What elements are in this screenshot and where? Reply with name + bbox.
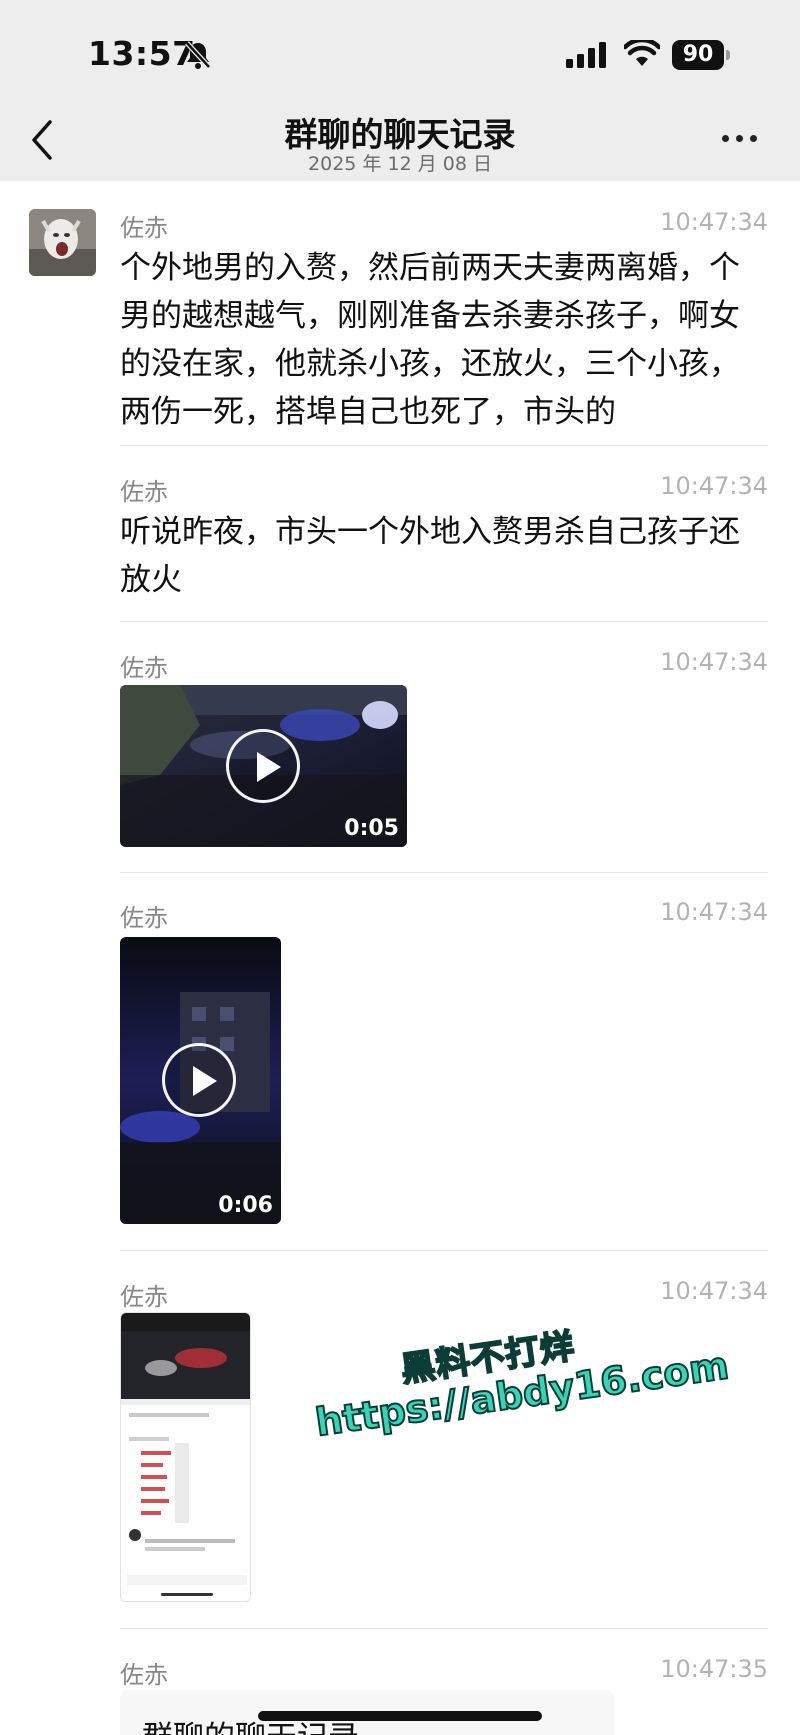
message-time: 10:47:35 — [660, 1655, 768, 1683]
message-time: 10:47:34 — [660, 208, 768, 236]
message-time: 10:47:34 — [660, 1277, 768, 1305]
video-thumbnail[interactable]: 0:06 — [120, 937, 281, 1224]
ellipsis-icon-dot — [722, 134, 729, 142]
avatar-image — [29, 209, 96, 276]
message-sender: 佐赤 — [120, 478, 168, 506]
message-time: 10:47:34 — [660, 472, 768, 500]
watermark-title: 黑料不打烊 — [398, 1325, 579, 1391]
battery-icon: 90 — [672, 40, 730, 70]
message-divider — [120, 445, 768, 446]
message-sender: 佐赤 — [120, 1283, 168, 1311]
ellipsis-icon-dot — [750, 134, 757, 142]
video-thumbnail[interactable]: 0:05 — [120, 685, 407, 847]
watermark-url: https://abdy16.com — [312, 1342, 733, 1446]
video-duration: 0:05 — [344, 816, 399, 841]
message-sender: 佐赤 — [120, 654, 168, 682]
ellipsis-icon-dot — [736, 134, 743, 142]
chat-record-screen: 13:57 90 群聊的聊天记录 2025 年 12 月 08 日 佐赤 10:… — [0, 0, 800, 1735]
video-duration: 0:06 — [218, 1193, 273, 1218]
message-sender: 佐赤 — [120, 1661, 168, 1689]
battery-level: 90 — [672, 40, 724, 70]
play-icon[interactable] — [162, 1043, 236, 1117]
message-time: 10:47:34 — [660, 648, 768, 676]
header-area: 13:57 90 群聊的聊天记录 2025 年 12 月 08 日 — [0, 0, 800, 181]
watermark: 黑料不打烊 https://abdy16.com — [305, 1294, 733, 1473]
bell-slash-icon — [185, 41, 211, 69]
wifi-icon — [624, 40, 660, 66]
home-indicator[interactable] — [258, 1711, 542, 1721]
message-divider — [120, 1250, 768, 1251]
message-divider — [120, 1628, 768, 1629]
signal-icon — [566, 42, 606, 68]
message-sender: 佐赤 — [120, 214, 168, 242]
message-sender: 佐赤 — [120, 904, 168, 932]
screenshot-image — [121, 1313, 250, 1601]
status-time: 13:57 — [88, 34, 196, 73]
battery-cap — [726, 50, 730, 60]
page-subtitle-date: 2025 年 12 月 08 日 — [308, 153, 492, 175]
message-text[interactable]: 个外地男的入赘，然后前两天夫妻两离婚，个男的越想越气，刚刚准备去杀妻杀孩子，啊女… — [120, 244, 770, 436]
message-text[interactable]: 听说昨夜，市头一个外地入赘男杀自己孩子还放火 — [120, 508, 770, 604]
message-divider — [120, 872, 768, 873]
avatar[interactable] — [29, 209, 96, 276]
play-icon[interactable] — [226, 729, 300, 803]
message-divider — [120, 621, 768, 622]
message-time: 10:47:34 — [660, 898, 768, 926]
more-options-button[interactable] — [722, 126, 766, 150]
image-thumbnail[interactable] — [120, 1312, 251, 1602]
